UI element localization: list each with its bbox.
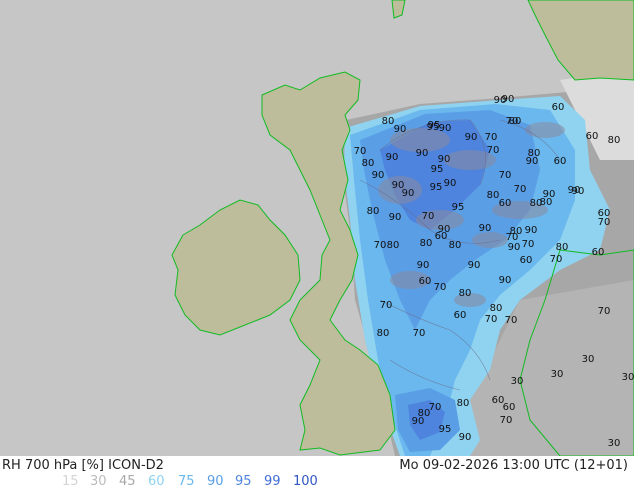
- map-title: RH 700 hPa [%] ICON-D2: [2, 458, 164, 473]
- contour-label: 70: [429, 402, 442, 413]
- legend-item-45: 45: [119, 474, 136, 489]
- contour-label: 80: [608, 135, 621, 146]
- legend-item-95: 95: [235, 474, 252, 489]
- contour-label: 80: [490, 303, 503, 314]
- contour-label: 80: [382, 116, 395, 127]
- contour-label: 60: [499, 198, 512, 209]
- contour-label: 90: [444, 178, 457, 189]
- contour-label: 60: [492, 395, 505, 406]
- contour-label: 70: [550, 254, 563, 265]
- legend-item-90: 90: [207, 474, 224, 489]
- contour-label: 70: [380, 300, 393, 311]
- contour-label: 80: [556, 242, 569, 253]
- contour-label: 60: [586, 131, 599, 142]
- contour-label: 80: [449, 240, 462, 251]
- legend-item-100: 100: [293, 474, 318, 489]
- contour-label: 90: [402, 188, 415, 199]
- contour-label: 30: [608, 438, 621, 449]
- contour-label: 60: [454, 310, 467, 321]
- contour-label: 60: [435, 231, 448, 242]
- contour-label: 70: [487, 145, 500, 156]
- contour-label: 90: [525, 225, 538, 236]
- contour-label: 80: [420, 238, 433, 249]
- contour-label: 90: [412, 416, 425, 427]
- contour-label: 60: [552, 102, 565, 113]
- contour-label: 95: [431, 164, 444, 175]
- contour-label: 70: [514, 184, 527, 195]
- contour-label: 60: [503, 402, 516, 413]
- contour-label: 90: [417, 260, 430, 271]
- contour-label: 70: [413, 328, 426, 339]
- contour-label: 80: [459, 288, 472, 299]
- contour-label: 90: [468, 260, 481, 271]
- footer-bar: RH 700 hPa [%] ICON-D2 Mo 09-02-2026 13:…: [0, 456, 634, 490]
- contour-label: 30: [551, 369, 564, 380]
- contour-label: 80: [487, 190, 500, 201]
- contour-label: 60: [592, 247, 605, 258]
- contour-label: 90: [386, 152, 399, 163]
- contour-label: 70: [500, 415, 513, 426]
- contour-label: 80: [362, 158, 375, 169]
- contour-label: 90: [499, 275, 512, 286]
- contour-label: 90: [494, 95, 507, 106]
- contour-label: 60: [520, 255, 533, 266]
- legend-item-30: 30: [90, 474, 107, 489]
- contour-label: 90: [526, 156, 539, 167]
- contour-label: 70: [374, 240, 387, 251]
- legend-item-75: 75: [178, 474, 195, 489]
- contour-label: 70: [522, 239, 535, 250]
- contour-label: 80: [377, 328, 390, 339]
- weather-map: 80 90 95 90 70 90 80 90 90 95 95 90 90 90 95 95 90 90 80 70…: [0, 0, 634, 456]
- contour-label: 90: [416, 148, 429, 159]
- contour-label: 95: [430, 182, 443, 193]
- contour-label: 60: [598, 208, 611, 219]
- contour-label: 90: [459, 432, 472, 443]
- contour-label: 30: [511, 376, 524, 387]
- contour-label: 70: [505, 315, 518, 326]
- contour-label: 70: [506, 116, 519, 127]
- contour-label: 90: [438, 154, 451, 165]
- contour-label: 90: [568, 185, 581, 196]
- contour-label: 80: [457, 398, 470, 409]
- contour-label: 90: [439, 123, 452, 134]
- contour-label: 80: [367, 206, 380, 217]
- contour-label: 95: [428, 120, 441, 131]
- contour-label: 70: [485, 132, 498, 143]
- contour-label: 70: [434, 282, 447, 293]
- contour-label: 90: [372, 170, 385, 181]
- contour-label: 80: [387, 240, 400, 251]
- contour-label: 30: [582, 354, 595, 365]
- valid-time: Mo 09-02-2026 13:00 UTC (12+01): [399, 458, 628, 473]
- legend-item-15: 15: [62, 474, 79, 489]
- contour-label: 90: [465, 132, 478, 143]
- contour-label: 70: [499, 170, 512, 181]
- contour-label: 80: [540, 197, 553, 208]
- contour-label: 30: [622, 372, 634, 383]
- legend-item-99: 99: [264, 474, 281, 489]
- contour-label: 90: [508, 242, 521, 253]
- contour-label: 70: [354, 146, 367, 157]
- contour-label: 60: [419, 276, 432, 287]
- map-canvas: 8090 95 90709080909095959090909595909080 70…: [0, 0, 634, 456]
- contour-label: 90: [479, 223, 492, 234]
- contour-label: 70: [422, 211, 435, 222]
- legend-item-60: 60: [148, 474, 165, 489]
- contour-label: 95: [439, 424, 452, 435]
- contour-label: 95: [452, 202, 465, 213]
- contour-label: 90: [394, 124, 407, 135]
- contour-label: 70: [598, 306, 611, 317]
- contour-label: 70: [485, 314, 498, 325]
- contour-label: 90: [389, 212, 402, 223]
- contour-label: 60: [554, 156, 567, 167]
